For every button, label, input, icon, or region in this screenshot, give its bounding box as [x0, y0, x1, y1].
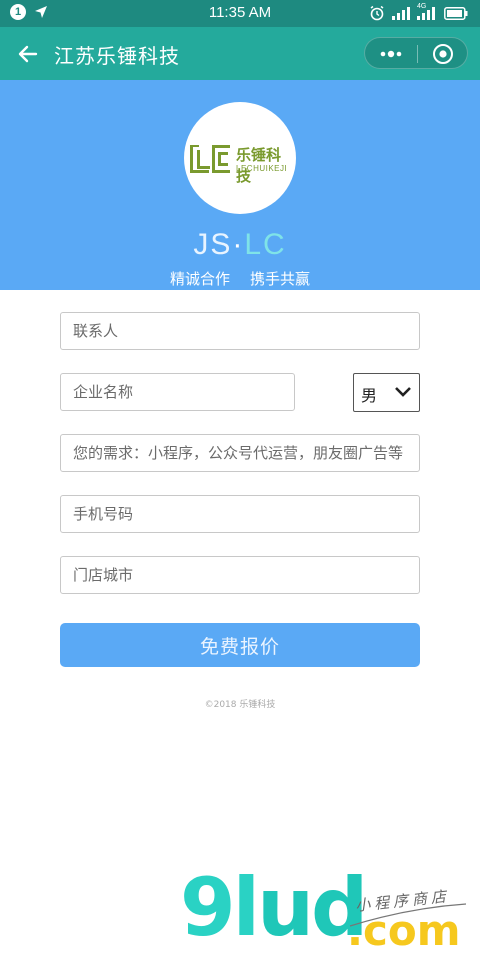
back-arrow-icon	[18, 45, 38, 63]
more-button[interactable]	[365, 38, 417, 70]
phone-input[interactable]	[61, 496, 419, 532]
brand-name: JS·LC	[0, 228, 480, 262]
slogan-left: 精诚合作	[169, 270, 230, 288]
needs-input[interactable]	[61, 435, 419, 471]
battery-icon	[444, 6, 468, 20]
more-dots-icon	[380, 50, 402, 58]
copyright-text: ©2018 乐锤科技	[204, 700, 276, 710]
nav-bar: 江苏乐锤科技	[0, 27, 480, 80]
brand-dot: ·	[232, 228, 245, 261]
watermark: 9lud 小程序商店 .com	[180, 868, 480, 960]
target-circle-icon	[433, 44, 453, 64]
phone-field	[60, 495, 420, 533]
signal-icon-2	[417, 7, 435, 20]
company-input[interactable]	[61, 374, 294, 410]
gender-select[interactable]: 男	[353, 373, 420, 412]
mini-program-capsule	[364, 37, 468, 69]
contact-field	[60, 312, 420, 350]
signal-icon	[392, 7, 410, 20]
contact-input[interactable]	[61, 313, 419, 349]
logo-subtext: LECHUIKEJI	[236, 164, 288, 173]
status-bar: 1 11:35 AM 4G	[0, 0, 480, 27]
back-button[interactable]	[14, 40, 42, 68]
city-field	[60, 556, 420, 594]
brand-lc: LC	[244, 228, 287, 261]
city-input[interactable]	[61, 557, 419, 593]
chevron-down-icon	[395, 387, 411, 397]
slogan-right: 携手共赢	[250, 270, 311, 288]
close-mini-program-button[interactable]	[418, 38, 468, 70]
needs-field	[60, 434, 420, 472]
alarm-icon	[370, 5, 384, 21]
watermark-com: .com	[347, 906, 461, 955]
company-logo: 乐锤科技 LECHUIKEJI	[184, 102, 296, 214]
watermark-9l: 9l	[180, 861, 260, 954]
logo-content: 乐锤科技 LECHUIKEJI	[188, 143, 292, 185]
free-quote-button[interactable]: 免费报价	[60, 623, 420, 667]
network-4g-signal: 4G	[417, 3, 437, 20]
slogan: 精诚合作 携手共赢	[0, 268, 480, 289]
brand-js: JS	[193, 228, 233, 261]
gender-value: 男	[361, 386, 378, 405]
lc-logo-icon	[190, 145, 230, 173]
watermark-main: 9lud	[180, 868, 368, 948]
company-field	[60, 373, 295, 411]
status-right: 4G	[369, 3, 468, 21]
page-title: 江苏乐锤科技	[54, 44, 180, 68]
hero-banner: 乐锤科技 LECHUIKEJI JS·LC 精诚合作 携手共赢	[0, 80, 480, 290]
